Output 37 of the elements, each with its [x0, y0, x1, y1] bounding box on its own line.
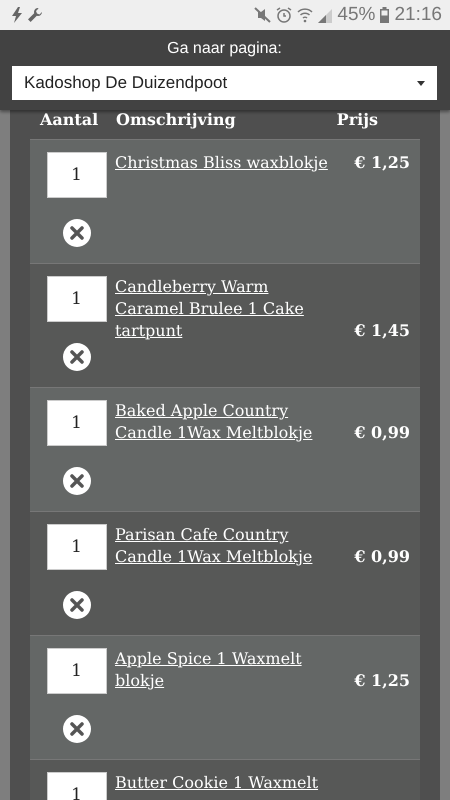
- column-header: Prijs: [336, 110, 379, 129]
- quantity-field[interactable]: 1: [46, 772, 106, 800]
- quantity-field[interactable]: 1: [46, 152, 106, 198]
- price: € 1,25: [354, 152, 410, 174]
- page-label: Ga naar pagina:: [166, 40, 283, 59]
- remove-icon[interactable]: [62, 343, 90, 371]
- signal-icon: [318, 7, 332, 23]
- quantity-field[interactable]: 1: [46, 276, 106, 322]
- product-link[interactable]: Butter Cookie 1 Waxmelt: [115, 772, 339, 794]
- price: € 0,99: [354, 546, 410, 568]
- page-select[interactable]: Kadoshop De Duizendpoot: [12, 66, 437, 100]
- remove-icon[interactable]: [62, 219, 90, 247]
- remove-icon[interactable]: [62, 715, 90, 743]
- quantity-field[interactable]: 1: [46, 648, 106, 694]
- product-link[interactable]: Baked Apple Country Candle 1Wax Meltblokje: [115, 400, 339, 444]
- alarm-icon: [276, 7, 292, 23]
- remove-icon[interactable]: [62, 591, 90, 619]
- price: € 1,25: [354, 670, 410, 692]
- dropdown-caret-icon: [417, 80, 425, 86]
- wifi-icon: [297, 7, 314, 23]
- product-link[interactable]: Candleberry Warm Caramel Brulee 1 Cake tartpunt: [115, 276, 339, 342]
- lightning-icon: [12, 7, 22, 23]
- wrench-icon: [27, 7, 43, 23]
- product-link[interactable]: Apple Spice 1 Waxmelt blokje: [115, 648, 339, 692]
- column-header: Aantal: [38, 110, 100, 129]
- product-link[interactable]: Parisan Cafe Country Candle 1Wax Meltblokje: [115, 524, 339, 568]
- price: € 0,99: [354, 422, 410, 444]
- battery-percent: 45%: [337, 4, 376, 26]
- clock: 21:16: [394, 4, 442, 26]
- remove-icon[interactable]: [62, 467, 90, 495]
- quantity-field[interactable]: 1: [46, 524, 106, 570]
- mute-icon: [253, 7, 272, 23]
- battery-icon: [380, 7, 390, 23]
- product-link[interactable]: Christmas Bliss waxblokje: [115, 152, 339, 174]
- column-header: Omschrijving: [116, 110, 237, 129]
- price: € 1,45: [354, 320, 410, 342]
- quantity-field[interactable]: 1: [46, 400, 106, 446]
